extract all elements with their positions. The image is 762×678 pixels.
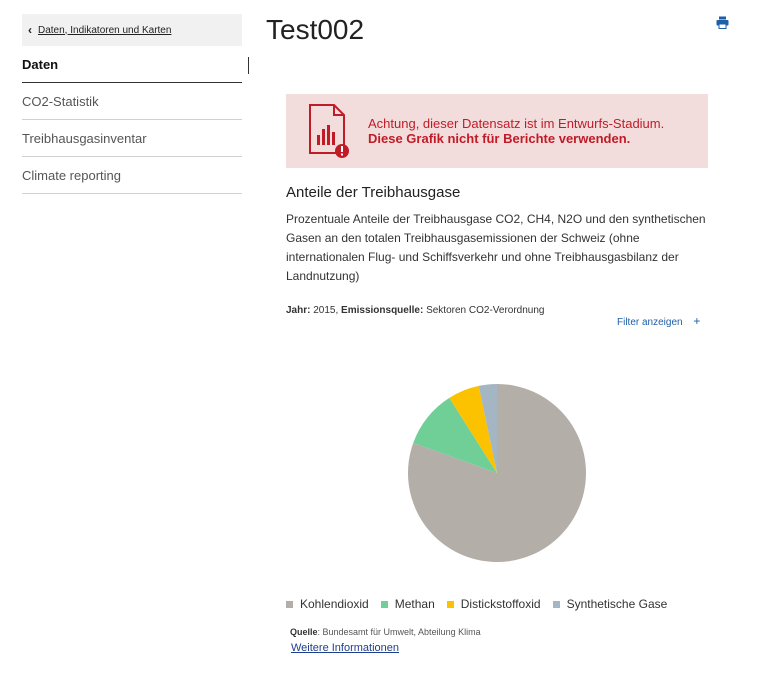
section-description: Prozentuale Anteile der Treibhausgase CO… xyxy=(286,212,706,283)
legend-item-distickstoffoxid[interactable]: Distickstoffoxid xyxy=(446,597,541,611)
legend-swatch xyxy=(380,600,388,608)
legend-swatch xyxy=(446,600,454,608)
year-value: 2015 xyxy=(313,305,336,316)
sidebar-item-treibhausgasinventar[interactable]: Treibhausgasinventar xyxy=(22,120,242,157)
sidebar-item-label: CO2-Statistik xyxy=(22,93,99,109)
sidebar: ‹ Daten, Indikatoren und Karten Daten CO… xyxy=(22,14,242,194)
legend-label: Distickstoffoxid xyxy=(460,597,541,611)
data-source-label: Quelle xyxy=(290,627,318,637)
sidebar-item-daten[interactable]: Daten xyxy=(22,46,242,83)
page-title: Test002 xyxy=(266,14,365,45)
legend-swatch xyxy=(286,600,293,608)
year-label: Jahr: xyxy=(286,305,311,316)
pie-chart xyxy=(408,384,586,562)
warning-line-1: Achtung, dieser Datensatz ist im Entwurf… xyxy=(368,116,665,131)
emission-source-label: Emissionsquelle: xyxy=(341,305,424,316)
back-link-label: Daten, Indikatoren und Karten xyxy=(38,24,172,36)
warning-text: Achtung, dieser Datensatz ist im Entwurf… xyxy=(368,116,664,146)
warning-line-2: Diese Grafik nicht für Berichte verwende… xyxy=(368,131,631,146)
back-link[interactable]: ‹ Daten, Indikatoren und Karten xyxy=(22,14,242,46)
sidebar-item-climate-reporting[interactable]: Climate reporting xyxy=(22,157,242,194)
text-caret xyxy=(248,57,249,74)
legend-label: Kohlendioxid xyxy=(300,597,369,611)
sidebar-item-label: Daten xyxy=(22,56,59,72)
filter-summary: Jahr: 2015, Emissionsquelle: Sektoren CO… xyxy=(286,305,545,316)
legend-item-synthetische-gase[interactable]: Synthetische Gase xyxy=(552,597,668,611)
legend-swatch xyxy=(552,600,560,608)
show-filter-label: Filter anzeigen xyxy=(617,317,683,328)
legend-label: Methan xyxy=(394,597,435,611)
sidebar-item-label: Climate reporting xyxy=(22,167,121,183)
data-source: Quelle: Bundesamt für Umwelt, Abteilung … xyxy=(290,627,481,637)
data-source-value: : Bundesamt für Umwelt, Abteilung Klima xyxy=(317,627,481,637)
plus-icon: + xyxy=(693,314,701,328)
draft-warning: Achtung, dieser Datensatz ist im Entwurf… xyxy=(286,94,708,168)
legend-item-kohlendioxid[interactable]: Kohlendioxid xyxy=(286,597,369,611)
chevron-left-icon: ‹ xyxy=(28,23,32,37)
sidebar-item-co2-statistik[interactable]: CO2-Statistik xyxy=(22,83,242,120)
legend-label: Synthetische Gase xyxy=(566,597,668,611)
print-icon[interactable] xyxy=(716,16,729,29)
show-filter-button[interactable]: Filter anzeigen + xyxy=(617,314,700,328)
chart-legend: Kohlendioxid Methan Distickstoffoxid Synthe… xyxy=(286,597,679,611)
sidebar-item-label: Treibhausgasinventar xyxy=(22,130,147,146)
legend-item-methan[interactable]: Methan xyxy=(380,597,435,611)
section-title: Anteile der Treibhausgase xyxy=(286,184,461,201)
document-chart-warning-icon xyxy=(309,104,349,158)
emission-source-value: Sektoren CO2-Verordnung xyxy=(426,305,545,316)
more-information-link[interactable]: Weitere Informationen xyxy=(291,642,399,654)
